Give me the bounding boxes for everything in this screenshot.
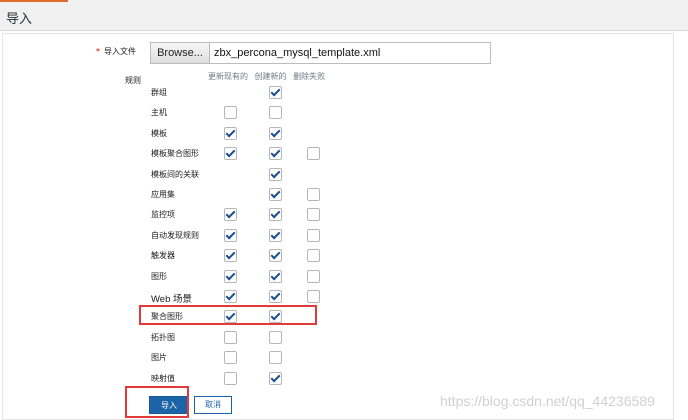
- column-header-update: 更新现有的: [208, 72, 248, 81]
- column-header-create: 创建新的: [254, 72, 287, 81]
- page-title: 导入: [6, 12, 33, 27]
- selected-file-name: zbx_percona_mysql_template.xml: [214, 47, 381, 59]
- rule-checkbox-update[interactable]: [224, 249, 237, 263]
- rule-checkbox-delete[interactable]: [307, 208, 320, 222]
- rule-label: Web 场景: [151, 294, 193, 305]
- checkmark-icon: [225, 127, 236, 138]
- accent-line: [0, 0, 68, 2]
- checkmark-icon: [270, 229, 281, 240]
- rule-checkbox-update[interactable]: [224, 290, 237, 303]
- rule-checkbox-create[interactable]: [269, 86, 282, 99]
- rule-label: 监控项: [151, 210, 175, 220]
- rule-checkbox-update[interactable]: [224, 147, 237, 161]
- rule-label: 主机: [151, 108, 167, 118]
- rule-checkbox-create[interactable]: [269, 228, 282, 242]
- rule-checkbox-update[interactable]: [224, 330, 237, 344]
- import-file-label: * 导入文件: [96, 47, 136, 56]
- rule-label: 模板: [151, 128, 167, 138]
- rule-label: 应用集: [151, 190, 175, 199]
- checkmark-icon: [270, 372, 281, 383]
- rule-label: 模板间的关联: [151, 169, 199, 179]
- rule-checkbox-delete[interactable]: [307, 269, 320, 283]
- rule-checkbox-delete[interactable]: [307, 228, 320, 242]
- rule-checkbox-create[interactable]: [269, 330, 282, 344]
- rule-label: 触发器: [151, 251, 175, 261]
- rule-checkbox-delete[interactable]: [307, 290, 320, 303]
- checkmark-icon: [225, 229, 236, 240]
- rule-label: 群组: [151, 88, 167, 97]
- page-header: 导入: [0, 0, 688, 31]
- rule-checkbox-create[interactable]: [269, 249, 282, 263]
- rule-checkbox-create[interactable]: [269, 269, 282, 283]
- rule-checkbox-delete[interactable]: [307, 147, 320, 161]
- checkmark-icon: [225, 147, 236, 158]
- rule-label: 自动发现规则: [151, 230, 199, 240]
- rule-checkbox-create[interactable]: [269, 290, 282, 303]
- checkmark-icon: [225, 249, 236, 260]
- rule-checkbox-delete[interactable]: [307, 249, 320, 263]
- import-form-panel: [2, 33, 674, 420]
- checkmark-icon: [270, 208, 281, 219]
- rule-label: 图片: [151, 353, 167, 363]
- rule-checkbox-create[interactable]: [269, 371, 282, 385]
- cancel-button[interactable]: 取消: [194, 396, 232, 414]
- checkmark-icon: [270, 147, 281, 158]
- rule-checkbox-create[interactable]: [269, 147, 282, 161]
- rule-label: 映射值: [151, 373, 175, 383]
- rule-checkbox-create[interactable]: [269, 126, 282, 140]
- column-header-delete: 删除失败: [293, 72, 326, 81]
- rule-checkbox-update[interactable]: [224, 126, 237, 140]
- rule-label: 拓扑图: [151, 332, 175, 342]
- highlight-box-import-button: [125, 386, 189, 418]
- required-marker: *: [96, 47, 100, 56]
- rule-checkbox-update[interactable]: [224, 106, 237, 120]
- rule-checkbox-delete[interactable]: [307, 188, 320, 201]
- file-input[interactable]: Browse... zbx_percona_mysql_template.xml: [150, 42, 491, 64]
- browse-button[interactable]: Browse...: [151, 43, 210, 63]
- rule-checkbox-update[interactable]: [224, 208, 237, 222]
- highlight-box-aggregate-graphs: [139, 305, 317, 325]
- rule-checkbox-update[interactable]: [224, 269, 237, 283]
- checkmark-icon: [270, 188, 281, 199]
- rule-checkbox-create[interactable]: [269, 167, 282, 181]
- rule-label: 图形: [151, 271, 167, 281]
- checkmark-icon: [270, 86, 281, 97]
- checkmark-icon: [270, 249, 281, 260]
- checkmark-icon: [225, 290, 236, 301]
- checkmark-icon: [270, 168, 281, 179]
- rule-label: 模板聚合图形: [151, 149, 199, 159]
- checkmark-icon: [225, 270, 236, 281]
- checkmark-icon: [225, 208, 236, 219]
- watermark: https://blog.csdn.net/qq_44236589: [440, 393, 655, 409]
- rule-checkbox-update[interactable]: [224, 371, 237, 385]
- rule-checkbox-update[interactable]: [224, 228, 237, 242]
- rule-checkbox-create[interactable]: [269, 351, 282, 365]
- rule-checkbox-update[interactable]: [224, 351, 237, 365]
- rule-checkbox-create[interactable]: [269, 188, 282, 201]
- checkmark-icon: [270, 270, 281, 281]
- rule-checkbox-create[interactable]: [269, 208, 282, 222]
- rules-label: 规则: [125, 76, 141, 85]
- checkmark-icon: [270, 127, 281, 138]
- checkmark-icon: [270, 290, 281, 301]
- rules-column-headers: 更新现有的 创建新的 删除失败: [208, 71, 329, 82]
- rule-checkbox-create[interactable]: [269, 106, 282, 120]
